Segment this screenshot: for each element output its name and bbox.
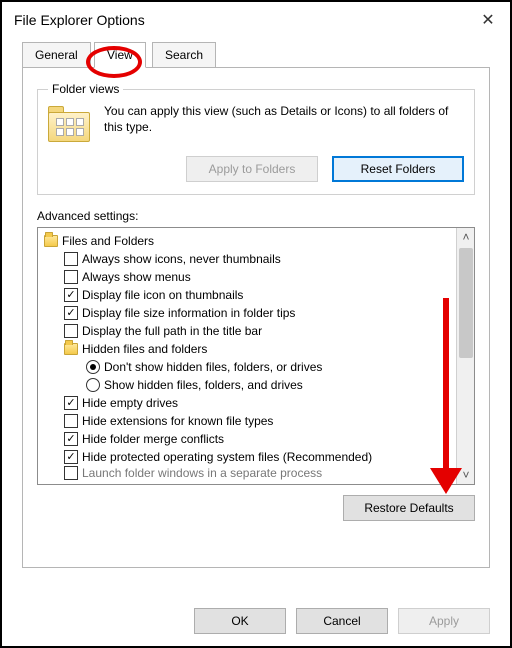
tree-item-5[interactable]: Hidden files and folders — [42, 340, 454, 358]
scrollbar[interactable]: ˄ ˅ — [456, 228, 474, 484]
checkbox-icon[interactable]: ✓ — [64, 396, 78, 410]
tab-view[interactable]: View — [94, 42, 146, 68]
tree-item-label: Show hidden files, folders, and drives — [104, 378, 303, 392]
tree-item-label: Display the full path in the title bar — [82, 324, 262, 338]
checkbox-icon[interactable] — [64, 252, 78, 266]
scroll-thumb[interactable] — [459, 248, 473, 358]
radio-icon[interactable] — [86, 360, 100, 374]
tab-general[interactable]: General — [22, 42, 91, 68]
radio-icon[interactable] — [86, 378, 100, 392]
folder-icon — [48, 106, 94, 146]
scroll-up-icon[interactable]: ˄ — [457, 228, 475, 246]
checkbox-icon[interactable]: ✓ — [64, 450, 78, 464]
reset-folders-button[interactable]: Reset Folders — [332, 156, 464, 182]
tree-item-cutoff: Launch folder windows in a separate proc… — [42, 464, 454, 482]
tree-item-label: Hide extensions for known file types — [82, 414, 273, 428]
close-icon[interactable]: ✕ — [476, 10, 500, 30]
advanced-settings-tree[interactable]: Files and Folders Always show icons, neve… — [37, 227, 475, 485]
checkbox-icon[interactable] — [64, 324, 78, 338]
tree-item-2[interactable]: ✓ Display file icon on thumbnails — [42, 286, 454, 304]
folder-views-legend: Folder views — [48, 82, 123, 96]
dialog-title: File Explorer Options — [14, 12, 145, 28]
tree-item-10[interactable]: ✓ Hide folder merge conflicts — [42, 430, 454, 448]
tree-item-label: Hidden files and folders — [82, 342, 207, 356]
checkbox-icon[interactable]: ✓ — [64, 288, 78, 302]
tree-item-9[interactable]: Hide extensions for known file types — [42, 412, 454, 430]
tree-item-label: Launch folder windows in a separate proc… — [82, 466, 322, 480]
cancel-button[interactable]: Cancel — [296, 608, 388, 634]
tree-item-1[interactable]: Always show menus — [42, 268, 454, 286]
ok-button[interactable]: OK — [194, 608, 286, 634]
checkbox-icon — [64, 466, 78, 480]
checkbox-icon[interactable]: ✓ — [64, 306, 78, 320]
tab-panel-view: Folder views You can apply this view (su… — [22, 68, 490, 568]
restore-defaults-button[interactable]: Restore Defaults — [343, 495, 475, 521]
tree-item-7[interactable]: Show hidden files, folders, and drives — [42, 376, 454, 394]
tree-root[interactable]: Files and Folders — [42, 232, 454, 250]
tab-strip: General View Search — [22, 42, 490, 68]
folder-icon — [64, 343, 78, 355]
checkbox-icon[interactable]: ✓ — [64, 432, 78, 446]
tree-item-label: Always show icons, never thumbnails — [82, 252, 281, 266]
tree-item-label: Hide empty drives — [82, 396, 178, 410]
tree-item-label: Display file size information in folder … — [82, 306, 295, 320]
folder-views-text: You can apply this view (such as Details… — [104, 104, 464, 135]
folder-views-group: Folder views You can apply this view (su… — [37, 82, 475, 195]
checkbox-icon[interactable] — [64, 270, 78, 284]
tree-item-3[interactable]: ✓ Display file size information in folder… — [42, 304, 454, 322]
apply-to-folders-button: Apply to Folders — [186, 156, 318, 182]
tree-item-label: Don't show hidden files, folders, or dri… — [104, 360, 322, 374]
tree-item-label: Hide folder merge conflicts — [82, 432, 224, 446]
tree-root-label: Files and Folders — [62, 234, 154, 248]
scroll-down-icon[interactable]: ˅ — [457, 466, 475, 484]
tree-item-label: Hide protected operating system files (R… — [82, 450, 372, 464]
tab-search[interactable]: Search — [152, 42, 216, 68]
apply-button: Apply — [398, 608, 490, 634]
tree-item-6[interactable]: Don't show hidden files, folders, or dri… — [42, 358, 454, 376]
tree-item-0[interactable]: Always show icons, never thumbnails — [42, 250, 454, 268]
tree-item-4[interactable]: Display the full path in the title bar — [42, 322, 454, 340]
checkbox-icon[interactable] — [64, 414, 78, 428]
tree-item-8[interactable]: ✓ Hide empty drives — [42, 394, 454, 412]
advanced-settings-label: Advanced settings: — [37, 209, 475, 223]
tree-item-label: Always show menus — [82, 270, 191, 284]
folder-icon — [44, 235, 58, 247]
tree-item-label: Display file icon on thumbnails — [82, 288, 243, 302]
